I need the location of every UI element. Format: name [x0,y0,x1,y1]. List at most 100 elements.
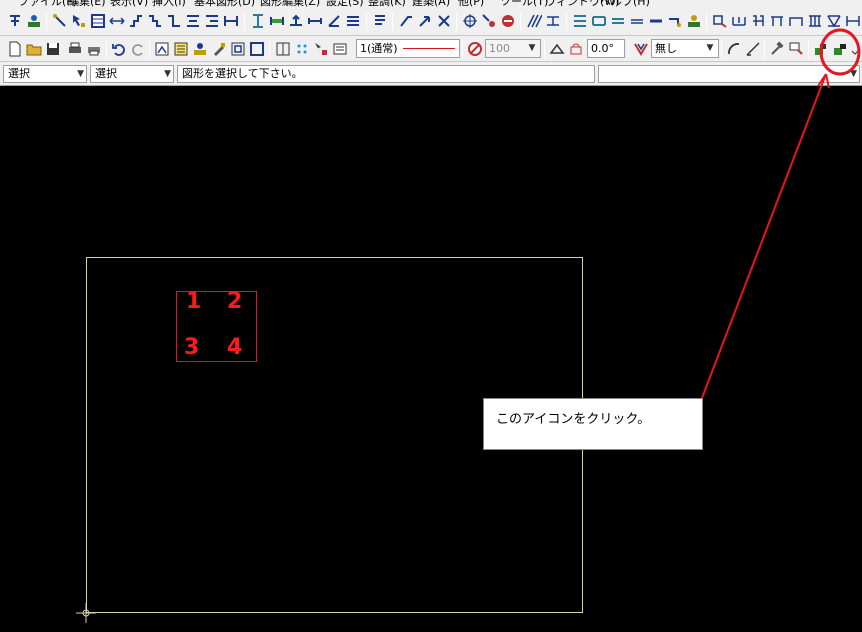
node-select-icon[interactable] [51,12,69,30]
chain-dim-icon[interactable] [344,12,362,30]
mode-select-2[interactable]: 選択 ▼ [90,65,174,83]
zoom-all-icon[interactable] [248,40,266,58]
crosshair-icon[interactable] [461,12,479,30]
open-folder-icon[interactable] [25,40,43,58]
menu-architecture[interactable]: 建築(A) [412,0,450,8]
mode-select-1[interactable]: 選択 ▼ [3,65,87,83]
align-center-icon[interactable] [184,12,202,30]
menu-help[interactable]: ヘルプ(H) [600,0,650,8]
status-message: 図形を選択して下さい。 [177,65,595,83]
erase-icon[interactable] [499,12,517,30]
shape-number-3: 3 [184,335,200,360]
command-combo[interactable]: ▼ [598,65,860,83]
fill-pattern-icon[interactable] [632,40,650,58]
layer-icon[interactable] [812,40,830,58]
measure-icon[interactable] [744,40,762,58]
hammer-icon[interactable] [768,40,786,58]
menu-adjust[interactable]: 整調(K) [368,0,406,8]
truss-icon[interactable] [825,12,843,30]
fill-combo[interactable]: 無し ▼ [651,39,719,58]
chevron-down-icon: ▼ [850,69,857,79]
radius-dim-icon[interactable] [306,12,324,30]
toolbar-drawing [0,8,862,36]
chevron-down-icon: ▼ [706,43,714,53]
undo-icon[interactable] [110,40,128,58]
roof-icon[interactable] [844,12,862,30]
overflow-chevron-icon[interactable] [850,40,860,58]
table-icon[interactable] [89,12,107,30]
zoom-window-icon[interactable] [229,40,247,58]
print-preview-icon[interactable] [25,12,43,30]
menu-other[interactable]: 他(P) [458,0,484,8]
select-frame-icon[interactable] [787,40,805,58]
level-dim-icon[interactable] [287,12,305,30]
horizontal-dim-icon[interactable] [268,12,286,30]
snap-icon[interactable] [6,12,24,30]
angle-field[interactable]: 0.0° [587,39,625,58]
step-down-icon[interactable] [146,12,164,30]
line-type-icon[interactable] [331,40,349,58]
info-icon[interactable] [191,40,209,58]
menu-settings[interactable]: 設定(S) [326,0,364,8]
leader-icon[interactable] [397,12,415,30]
pen-select-icon[interactable] [312,40,330,58]
new-file-icon[interactable] [6,40,24,58]
print-icon[interactable] [85,40,103,58]
menu-shape-edit[interactable]: 図形編集(Z) [260,0,320,8]
pen-color-icon[interactable] [466,40,484,58]
vertical-dim-icon[interactable] [249,12,267,30]
origin-marker-icon [76,603,96,623]
rotate-icon[interactable] [548,40,566,58]
menu-edit[interactable]: 編集(E) [68,0,106,8]
line-style-combo[interactable]: 1(通常) [356,39,460,58]
beam-icon[interactable] [609,12,627,30]
layer-move-icon[interactable] [831,40,849,58]
column-icon[interactable] [749,12,767,30]
step-up-icon[interactable] [127,12,145,30]
grid-snap-icon[interactable] [293,40,311,58]
rotate-angle-icon[interactable] [567,40,585,58]
arrow-text-icon[interactable] [416,12,434,30]
distance-icon[interactable] [108,12,126,30]
align-right-icon[interactable] [203,12,221,30]
menu-view[interactable]: 表示(V) [110,0,148,8]
layout-icon[interactable] [153,40,171,58]
menu-tools[interactable]: ツール(T) [500,0,548,8]
symbol-icon[interactable] [435,12,453,30]
chevron-down-icon: ▼ [164,69,171,79]
trim-icon[interactable] [480,12,498,30]
dimension-icon[interactable] [222,12,240,30]
chevron-down-icon: ▼ [77,69,84,79]
door-icon[interactable] [711,12,729,30]
drawing-canvas[interactable]: 1 2 3 4 [0,86,862,632]
text-icon[interactable] [371,12,389,30]
step-icon[interactable] [165,12,183,30]
angle-dim-icon[interactable] [325,12,343,30]
redo-icon[interactable] [129,40,147,58]
brush-icon[interactable] [210,40,228,58]
grid-sym-icon[interactable] [806,12,824,30]
arch-icon[interactable] [787,12,805,30]
hatch-icon[interactable] [525,12,543,30]
save-icon[interactable] [44,40,62,58]
double-line-icon[interactable] [628,12,646,30]
wall-icon[interactable] [590,12,608,30]
arc-tool-icon[interactable] [725,40,743,58]
shape-number-4: 4 [227,335,243,360]
pointer-node-icon[interactable] [70,12,88,30]
layer-list-icon[interactable] [172,40,190,58]
part-insert-icon[interactable] [685,12,703,30]
panel-icon[interactable] [274,40,292,58]
scale-combo[interactable]: 100 ▼ [485,39,541,58]
print-setup-icon[interactable] [66,40,84,58]
pipe-icon[interactable] [647,12,665,30]
menu-basic-shapes[interactable]: 基本図形(D) [194,0,255,8]
frame-icon[interactable] [768,12,786,30]
window-sym-icon[interactable] [730,12,748,30]
menu-insert[interactable]: 挿入(I) [152,0,186,8]
line-style-value: 1(通常) [360,42,398,55]
toolbar-standard: 1(通常) 100 ▼ 0.0° 無し ▼ [0,36,862,62]
fitting-icon[interactable] [666,12,684,30]
offset-icon[interactable] [544,12,562,30]
stairs-icon[interactable] [571,12,589,30]
